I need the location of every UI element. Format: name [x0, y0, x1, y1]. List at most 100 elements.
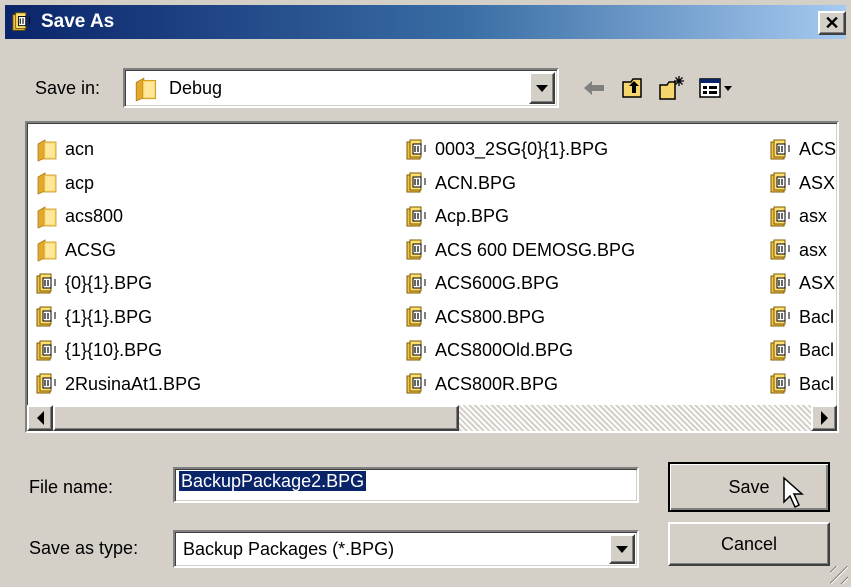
file-name-text: {0}{1}.BPG — [65, 273, 153, 294]
file-item[interactable]: ACS800Old.BPG — [405, 334, 635, 368]
file-name-text: Bacl — [799, 373, 835, 394]
file-name-text: Bacl — [799, 306, 835, 327]
folder-icon — [35, 238, 61, 262]
folder-icon — [133, 76, 161, 102]
file-item[interactable]: Acp.BPG — [405, 200, 635, 234]
bpg-file-icon — [769, 205, 795, 229]
dialog-title: Save As — [41, 11, 115, 32]
bpg-file-icon — [35, 305, 61, 329]
file-item[interactable]: ASX — [769, 267, 836, 301]
save-as-type-dropdown-arrow[interactable] — [609, 534, 635, 564]
file-name-text: acs800 — [65, 206, 124, 227]
file-item[interactable]: ACS — [769, 133, 836, 167]
file-item[interactable]: ACS800.BPG — [405, 301, 635, 335]
bpg-file-icon — [769, 339, 795, 363]
save-in-dropdown-arrow[interactable] — [529, 72, 555, 104]
new-folder-button[interactable] — [657, 73, 687, 103]
bpg-file-icon — [405, 238, 431, 262]
file-item[interactable]: asx — [769, 234, 836, 268]
save-as-dialog: Save As ✕ Save in: Debug acn acp acs800 … — [0, 0, 851, 587]
file-item[interactable]: 0003_2SG{0}{1}.BPG — [405, 133, 635, 167]
file-item[interactable]: 2RusinaAt1.BPG — [35, 368, 201, 402]
file-item[interactable]: asx — [769, 200, 836, 234]
bpg-file-icon — [405, 339, 431, 363]
file-name-text: 2RusinaAt1.BPG — [65, 373, 202, 394]
file-name-input[interactable]: BackupPackage2.BPG — [173, 467, 639, 503]
new-folder-icon — [659, 76, 684, 100]
file-item[interactable]: ACN.BPG — [405, 167, 635, 201]
file-name-text: ACS800Old.BPG — [435, 340, 574, 361]
bpg-file-icon — [405, 272, 431, 296]
folder-item[interactable]: acs800 — [35, 200, 201, 234]
save-in-value: Debug — [169, 78, 223, 98]
file-name-label: File name: — [29, 477, 114, 497]
cancel-button[interactable]: Cancel — [668, 522, 830, 566]
up-one-level-button[interactable] — [619, 73, 649, 103]
file-item[interactable]: ACS 600 DEMOSG.BPG — [405, 234, 635, 268]
save-button[interactable]: Save — [668, 462, 830, 512]
save-as-type-dropdown[interactable]: Backup Packages (*.BPG) — [173, 530, 639, 568]
file-name-text: 0003_2SG{0}{1}.BPG — [435, 139, 609, 160]
bpg-file-icon — [35, 272, 61, 296]
resize-grip-icon[interactable] — [830, 566, 848, 584]
file-list-column-2: 0003_2SG{0}{1}.BPG ACN.BPG Acp.BPG ACS 6… — [405, 133, 635, 401]
bpg-file-icon — [769, 272, 795, 296]
file-name-text: ACS — [799, 139, 837, 160]
file-name-text: {1}{1}.BPG — [65, 306, 153, 327]
bpg-file-icon — [405, 205, 431, 229]
file-name-text: {1}{10}.BPG — [65, 340, 163, 361]
back-button[interactable] — [579, 73, 609, 103]
horizontal-scrollbar[interactable] — [27, 405, 837, 431]
folder-item[interactable]: acn — [35, 133, 201, 167]
back-arrow-icon — [584, 81, 604, 95]
scrollbar-thumb[interactable] — [53, 405, 459, 431]
file-item[interactable]: {0}{1}.BPG — [35, 267, 201, 301]
file-item[interactable]: ACS800R.BPG — [405, 368, 635, 402]
folder-item[interactable]: acp — [35, 167, 201, 201]
folder-icon — [35, 205, 61, 229]
file-name-text: asx — [799, 206, 828, 227]
file-name-text: ACSG — [65, 239, 117, 260]
scroll-left-button[interactable] — [27, 405, 53, 431]
bpg-file-icon — [405, 372, 431, 396]
bpg-file-icon — [769, 372, 795, 396]
file-name-text: ACS 600 DEMOSG.BPG — [435, 239, 636, 260]
folder-item[interactable]: ACSG — [35, 234, 201, 268]
file-list-column-1: acn acp acs800 ACSG {0}{1}.BPG {1}{1}.BP… — [35, 133, 201, 401]
bpg-file-icon — [769, 238, 795, 262]
file-item[interactable]: {1}{10}.BPG — [35, 334, 201, 368]
folder-icon — [35, 138, 61, 162]
file-name-text: Bacl — [799, 340, 835, 361]
file-item[interactable]: ACS600G.BPG — [405, 267, 635, 301]
close-button[interactable]: ✕ — [818, 11, 846, 35]
file-name-text: acp — [65, 172, 95, 193]
save-in-label: Save in: — [35, 78, 101, 98]
save-as-type-value: Backup Packages (*.BPG) — [183, 539, 395, 559]
chevron-down-icon — [536, 84, 548, 92]
file-list-column-3: ACS ASX asx asx ASX Bacl Bacl Bacl — [769, 133, 836, 401]
chevron-down-icon — [616, 545, 628, 553]
file-name-text: ASX — [799, 172, 836, 193]
file-item[interactable]: ASX — [769, 167, 836, 201]
save-in-dropdown[interactable]: Debug — [123, 68, 559, 108]
file-item[interactable]: Bacl — [769, 334, 836, 368]
file-item[interactable]: {1}{1}.BPG — [35, 301, 201, 335]
bpg-file-icon — [405, 138, 431, 162]
up-folder-icon — [622, 78, 642, 98]
scroll-right-button[interactable] — [811, 405, 837, 431]
bpg-file-icon — [405, 171, 431, 195]
file-name-text: ACS800R.BPG — [435, 373, 559, 394]
file-list[interactable]: acn acp acs800 ACSG {0}{1}.BPG {1}{1}.BP… — [25, 121, 839, 433]
file-name-text: ASX — [799, 273, 836, 294]
view-menu-button[interactable] — [697, 73, 737, 103]
bpg-file-icon — [769, 305, 795, 329]
bpg-file-icon — [35, 339, 61, 363]
folder-icon — [35, 171, 61, 195]
bpg-file-icon — [769, 171, 795, 195]
file-item[interactable]: Bacl — [769, 301, 836, 335]
bpg-file-icon — [405, 305, 431, 329]
bpg-file-icon — [769, 138, 795, 162]
save-as-type-label: Save as type: — [29, 538, 139, 558]
title-bar[interactable]: Save As ✕ — [5, 5, 846, 39]
file-item[interactable]: Bacl — [769, 368, 836, 402]
